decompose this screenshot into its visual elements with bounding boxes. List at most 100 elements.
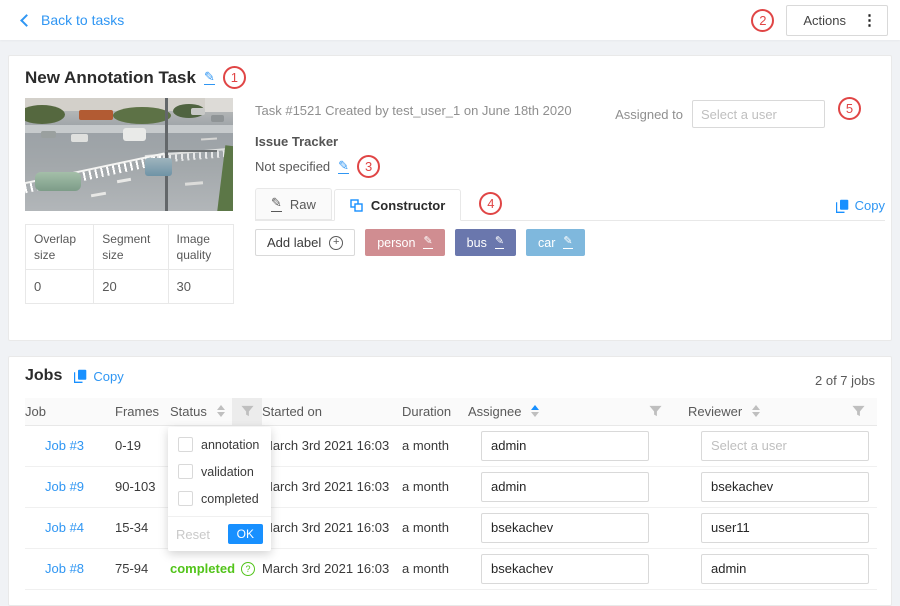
col-header-started: Started on: [262, 398, 402, 425]
thumb-lane-dash: [185, 181, 203, 186]
reviewer-select[interactable]: [701, 554, 869, 584]
filter-option-label: completed: [201, 492, 259, 506]
frames-cell: 90-103: [115, 466, 170, 507]
edit-label-icon[interactable]: ✎: [495, 236, 504, 250]
job-link[interactable]: Job #8: [25, 561, 84, 576]
col-header-status[interactable]: Status: [170, 398, 232, 425]
issue-tracker-value-row: Not specified ✎ 3: [255, 155, 380, 178]
label-person-text: person: [377, 236, 415, 250]
thumb-car: [71, 134, 88, 142]
assignee-select[interactable]: [481, 513, 649, 543]
block-icon: [350, 199, 363, 212]
job-link[interactable]: Job #9: [25, 479, 84, 494]
tab-raw[interactable]: ✎ Raw: [255, 188, 332, 220]
started-cell: March 3rd 2021 16:03: [262, 466, 402, 507]
actions-button[interactable]: Actions ⋮: [786, 5, 888, 36]
param-header-quality: Image quality: [168, 225, 233, 270]
label-chip-car[interactable]: car ✎: [526, 229, 585, 256]
filter-reset-button[interactable]: Reset: [176, 527, 210, 542]
back-to-tasks-link[interactable]: Back to tasks: [22, 12, 124, 28]
filter-options: annotation validation completed: [168, 427, 271, 516]
assignee-select[interactable]: [481, 472, 649, 502]
reviewer-header-label: Reviewer: [688, 404, 742, 419]
col-header-reviewer[interactable]: Reviewer: [688, 398, 877, 425]
top-bar: Back to tasks 2 Actions ⋮: [0, 0, 900, 40]
label-constructor-row: Add label + person ✎ bus ✎ car ✎: [255, 229, 585, 256]
param-header-overlap: Overlap size: [26, 225, 94, 270]
issue-tracker-value: Not specified: [255, 159, 330, 174]
jobs-title: Jobs: [25, 367, 62, 385]
question-circle-icon[interactable]: ?: [241, 562, 255, 576]
sort-carets-icon[interactable]: [217, 405, 225, 417]
add-label-button[interactable]: Add label +: [255, 229, 355, 256]
copy-labels-label: Copy: [855, 198, 885, 213]
filter-funnel-icon[interactable]: [852, 405, 865, 417]
filter-ok-button[interactable]: OK: [228, 524, 263, 544]
filter-option-validation[interactable]: validation: [168, 458, 271, 485]
annotation-circle-4: 4: [479, 192, 502, 215]
checkbox-icon[interactable]: [178, 464, 193, 479]
reviewer-select[interactable]: [701, 513, 869, 543]
assignee-select[interactable]: [481, 431, 649, 461]
job-link[interactable]: Job #4: [25, 520, 84, 535]
edit-title-icon[interactable]: ✎: [204, 70, 215, 86]
copy-labels-button[interactable]: Copy: [836, 198, 885, 213]
task-meta-text: Task #1521 Created by test_user_1 on Jun…: [255, 103, 572, 118]
status-filter-button[interactable]: [232, 398, 262, 425]
filter-option-completed[interactable]: completed: [168, 485, 271, 512]
param-value-segment: 20: [94, 270, 168, 304]
status-completed-label: completed: [170, 561, 235, 576]
job-link[interactable]: Job #3: [25, 438, 84, 453]
label-bus-text: bus: [467, 236, 487, 250]
task-details-card: New Annotation Task ✎ 1: [8, 55, 892, 341]
tab-raw-label: Raw: [290, 197, 316, 212]
thumb-car: [191, 108, 205, 115]
thumb-tree: [25, 105, 65, 124]
reviewer-select[interactable]: [701, 472, 869, 502]
assigned-to-label: Assigned to: [615, 107, 683, 122]
thumb-lane-dash: [117, 178, 131, 183]
edit-label-icon[interactable]: ✎: [563, 236, 572, 250]
assigned-to-select[interactable]: [692, 100, 825, 128]
assignee-header-label: Assignee: [468, 404, 521, 419]
copy-jobs-button[interactable]: Copy: [74, 369, 123, 384]
issue-tracker-block: Issue Tracker Not specified ✎ 3: [255, 134, 380, 178]
filter-funnel-icon: [241, 405, 254, 417]
jobs-card: Jobs Copy 2 of 7 jobs Job Frames: [8, 356, 892, 606]
started-cell: March 3rd 2021 16:03: [262, 548, 402, 589]
filter-option-annotation[interactable]: annotation: [168, 431, 271, 458]
status-filter-dropdown: annotation validation completed Reset OK: [168, 427, 271, 551]
thumb-lane-dash: [91, 192, 106, 198]
col-header-assignee[interactable]: Assignee: [468, 398, 688, 425]
label-chip-bus[interactable]: bus ✎: [455, 229, 516, 256]
annotation-circle-5: 5: [838, 97, 861, 120]
task-params-table: Overlap size Segment size Image quality …: [25, 224, 234, 304]
thumb-pole-arm: [165, 150, 217, 152]
assignee-select[interactable]: [481, 554, 649, 584]
job-row: Job #4 15-34 March 3rd 2021 16:03 a mont…: [25, 507, 877, 548]
thumb-blue-van: [145, 158, 172, 176]
jobs-table-header: Job Frames Status: [25, 398, 877, 425]
label-car-text: car: [538, 236, 555, 250]
filter-option-label: validation: [201, 465, 254, 479]
filter-funnel-icon[interactable]: [649, 405, 662, 417]
plus-circle-icon: +: [329, 236, 343, 250]
col-header-frames: Frames: [115, 398, 170, 425]
jobs-header: Jobs Copy: [25, 367, 124, 385]
sort-carets-icon[interactable]: [752, 405, 760, 417]
reviewer-select[interactable]: [701, 431, 869, 461]
checkbox-icon[interactable]: [178, 437, 193, 452]
add-label-text: Add label: [267, 235, 321, 250]
annotation-circle-2: 2: [751, 9, 774, 32]
label-chip-person[interactable]: person ✎: [365, 229, 444, 256]
duration-cell: a month: [402, 425, 468, 466]
edit-label-icon[interactable]: ✎: [423, 236, 432, 250]
actions-label: Actions: [803, 13, 846, 28]
filter-option-label: annotation: [201, 438, 259, 452]
edit-issue-tracker-icon[interactable]: ✎: [338, 159, 349, 175]
col-header-duration: Duration: [402, 398, 468, 425]
checkbox-icon[interactable]: [178, 491, 193, 506]
sort-carets-icon[interactable]: [531, 405, 539, 417]
tab-constructor[interactable]: Constructor: [334, 189, 461, 221]
thumb-pole: [165, 98, 168, 211]
